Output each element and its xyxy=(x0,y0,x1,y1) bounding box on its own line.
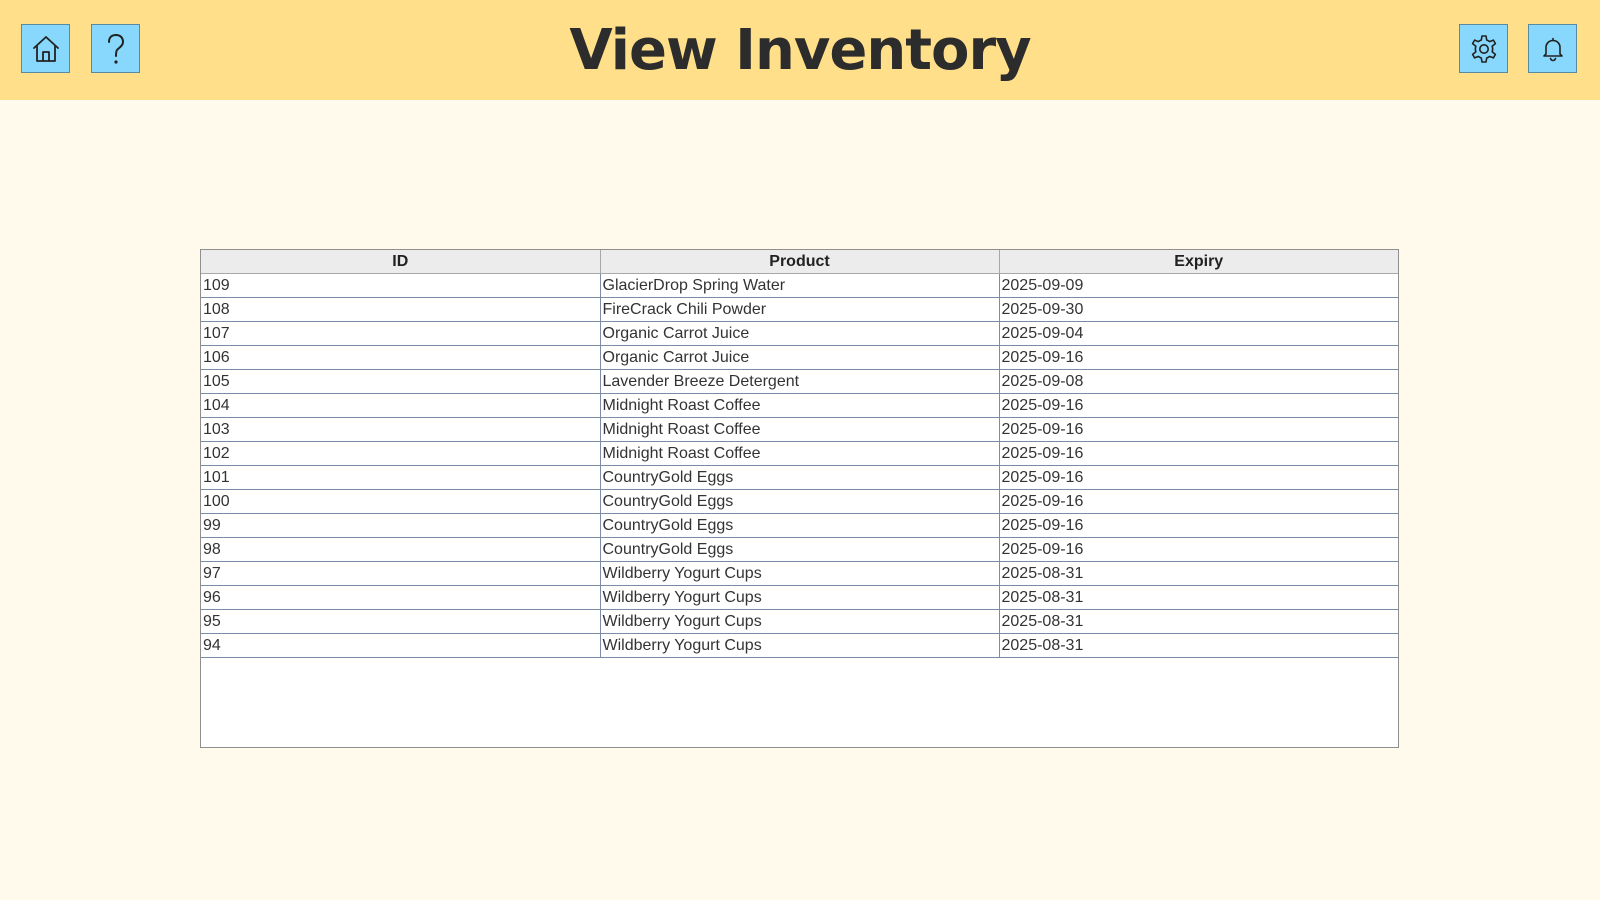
cell-id[interactable]: 101 xyxy=(201,465,601,490)
cell-expiry[interactable]: 2025-09-30 xyxy=(999,297,1398,322)
header-bar: View Inventory xyxy=(0,0,1600,100)
cell-id[interactable]: 99 xyxy=(201,513,601,538)
cell-product[interactable]: CountryGold Eggs xyxy=(600,513,1000,538)
table-row[interactable]: 98 CountryGold Eggs 2025-09-16 xyxy=(201,537,1398,562)
cell-product[interactable]: Wildberry Yogurt Cups xyxy=(600,609,1000,634)
table-row[interactable]: 102 Midnight Roast Coffee 2025-09-16 xyxy=(201,441,1398,466)
table-row[interactable]: 105 Lavender Breeze Detergent 2025-09-08 xyxy=(201,369,1398,394)
cell-expiry[interactable]: 2025-09-16 xyxy=(999,345,1398,370)
settings-button[interactable] xyxy=(1459,24,1508,73)
cell-product[interactable]: FireCrack Chili Powder xyxy=(600,297,1000,322)
cell-id[interactable]: 96 xyxy=(201,585,601,610)
cell-id[interactable]: 109 xyxy=(201,273,601,298)
column-header-id[interactable]: ID xyxy=(201,250,601,274)
cell-id[interactable]: 100 xyxy=(201,489,601,514)
table-row[interactable]: 97 Wildberry Yogurt Cups 2025-08-31 xyxy=(201,561,1398,586)
cell-id[interactable]: 106 xyxy=(201,345,601,370)
table-header-row: ID Product Expiry xyxy=(201,250,1398,274)
cell-id[interactable]: 102 xyxy=(201,441,601,466)
cell-expiry[interactable]: 2025-08-31 xyxy=(999,585,1398,610)
table-row[interactable]: 107 Organic Carrot Juice 2025-09-04 xyxy=(201,321,1398,346)
table-row[interactable]: 100 CountryGold Eggs 2025-09-16 xyxy=(201,489,1398,514)
table-row[interactable]: 109 GlacierDrop Spring Water 2025-09-09 xyxy=(201,273,1398,298)
cell-product[interactable]: Organic Carrot Juice xyxy=(600,345,1000,370)
cell-expiry[interactable]: 2025-08-31 xyxy=(999,609,1398,634)
gear-icon xyxy=(1471,34,1496,63)
cell-product[interactable]: Wildberry Yogurt Cups xyxy=(600,561,1000,586)
cell-product[interactable]: CountryGold Eggs xyxy=(600,489,1000,514)
page-title: View Inventory xyxy=(569,18,1031,83)
cell-product[interactable]: Midnight Roast Coffee xyxy=(600,417,1000,442)
cell-product[interactable]: Midnight Roast Coffee xyxy=(600,441,1000,466)
cell-expiry[interactable]: 2025-09-08 xyxy=(999,369,1398,394)
cell-product[interactable]: Wildberry Yogurt Cups xyxy=(600,585,1000,610)
cell-id[interactable]: 98 xyxy=(201,537,601,562)
cell-expiry[interactable]: 2025-09-09 xyxy=(999,273,1398,298)
cell-expiry[interactable]: 2025-08-31 xyxy=(999,633,1398,658)
table-row[interactable]: 96 Wildberry Yogurt Cups 2025-08-31 xyxy=(201,585,1398,610)
cell-product[interactable]: Lavender Breeze Detergent xyxy=(600,369,1000,394)
cell-product[interactable]: Midnight Roast Coffee xyxy=(600,393,1000,418)
cell-id[interactable]: 104 xyxy=(201,393,601,418)
cell-expiry[interactable]: 2025-09-16 xyxy=(999,465,1398,490)
cell-id[interactable]: 95 xyxy=(201,609,601,634)
cell-product[interactable]: GlacierDrop Spring Water xyxy=(600,273,1000,298)
table-row[interactable]: 108 FireCrack Chili Powder 2025-09-30 xyxy=(201,297,1398,322)
cell-expiry[interactable]: 2025-09-04 xyxy=(999,321,1398,346)
cell-expiry[interactable]: 2025-09-16 xyxy=(999,417,1398,442)
table-row[interactable]: 95 Wildberry Yogurt Cups 2025-08-31 xyxy=(201,609,1398,634)
table-row[interactable]: 104 Midnight Roast Coffee 2025-09-16 xyxy=(201,393,1398,418)
cell-product[interactable]: CountryGold Eggs xyxy=(600,537,1000,562)
cell-id[interactable]: 107 xyxy=(201,321,601,346)
cell-expiry[interactable]: 2025-09-16 xyxy=(999,489,1398,514)
cell-expiry[interactable]: 2025-09-16 xyxy=(999,537,1398,562)
cell-product[interactable]: Organic Carrot Juice xyxy=(600,321,1000,346)
cell-id[interactable]: 97 xyxy=(201,561,601,586)
cell-id[interactable]: 94 xyxy=(201,633,601,658)
cell-id[interactable]: 105 xyxy=(201,369,601,394)
notifications-button[interactable] xyxy=(1528,24,1577,73)
cell-expiry[interactable]: 2025-09-16 xyxy=(999,441,1398,466)
bell-icon xyxy=(1542,37,1563,61)
table-row[interactable]: 94 Wildberry Yogurt Cups 2025-08-31 xyxy=(201,633,1398,658)
cell-id[interactable]: 103 xyxy=(201,417,601,442)
cell-expiry[interactable]: 2025-09-16 xyxy=(999,513,1398,538)
column-header-product[interactable]: Product xyxy=(600,250,1000,274)
cell-expiry[interactable]: 2025-09-16 xyxy=(999,393,1398,418)
table-row[interactable]: 103 Midnight Roast Coffee 2025-09-16 xyxy=(201,417,1398,442)
cell-product[interactable]: CountryGold Eggs xyxy=(600,465,1000,490)
column-header-expiry[interactable]: Expiry xyxy=(999,250,1398,274)
table-row[interactable]: 99 CountryGold Eggs 2025-09-16 xyxy=(201,513,1398,538)
inventory-table[interactable]: ID Product Expiry 109 GlacierDrop Spring … xyxy=(200,249,1399,748)
cell-id[interactable]: 108 xyxy=(201,297,601,322)
cell-product[interactable]: Wildberry Yogurt Cups xyxy=(600,633,1000,658)
table-row[interactable]: 106 Organic Carrot Juice 2025-09-16 xyxy=(201,345,1398,370)
cell-expiry[interactable]: 2025-08-31 xyxy=(999,561,1398,586)
table-row[interactable]: 101 CountryGold Eggs 2025-09-16 xyxy=(201,465,1398,490)
